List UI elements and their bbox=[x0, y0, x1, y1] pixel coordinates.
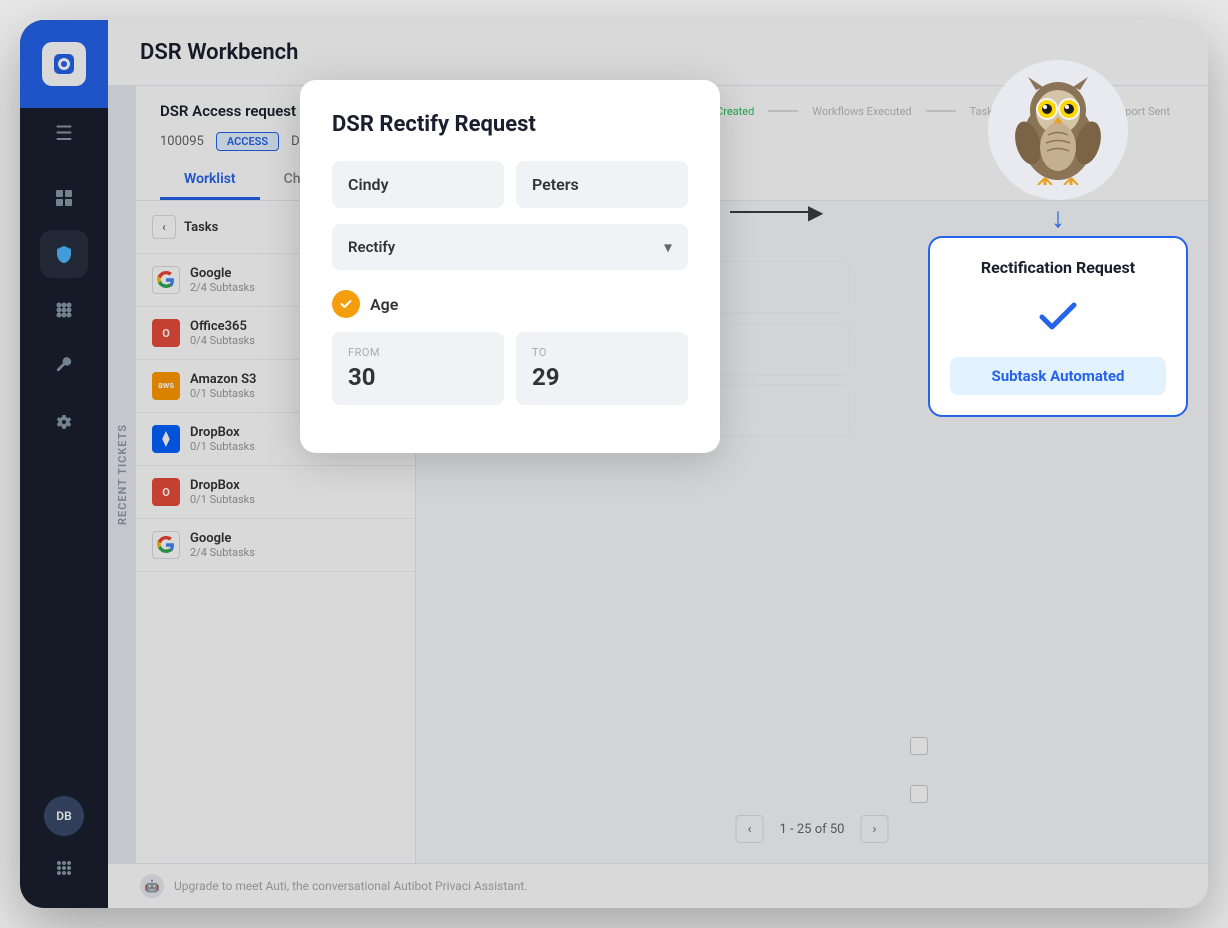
from-field: From 30 bbox=[332, 332, 504, 405]
arrow-head-icon: ▶ bbox=[808, 200, 823, 224]
owl-container bbox=[988, 60, 1128, 200]
age-label-row: Age bbox=[332, 290, 688, 318]
rectification-check-icon bbox=[1030, 289, 1086, 345]
arrow-line bbox=[730, 211, 810, 213]
arrow-down-icon: ↓ bbox=[1051, 204, 1065, 232]
from-label: From bbox=[348, 346, 488, 359]
flow-arrow: ▶ bbox=[730, 200, 823, 224]
subtask-automated-label: Subtask Automated bbox=[950, 357, 1166, 395]
dsr-rectify-modal: DSR Rectify Request Cindy Peters Rectify… bbox=[300, 80, 720, 453]
age-label: Age bbox=[370, 295, 398, 314]
type-select-wrapper: Rectify bbox=[332, 224, 688, 270]
first-name-field[interactable]: Cindy bbox=[332, 161, 504, 208]
to-value: 29 bbox=[532, 363, 672, 391]
modal-title: DSR Rectify Request bbox=[332, 112, 688, 137]
age-section: Age From 30 To 29 bbox=[332, 290, 688, 405]
name-row: Cindy Peters bbox=[332, 161, 688, 208]
to-label: To bbox=[532, 346, 672, 359]
age-check-icon bbox=[332, 290, 360, 318]
from-value: 30 bbox=[348, 363, 488, 391]
right-panel: ↓ Rectification Request Subtask Automate… bbox=[928, 60, 1188, 417]
rectification-title: Rectification Request bbox=[981, 258, 1135, 277]
age-fields: From 30 To 29 bbox=[332, 332, 688, 405]
last-name-field[interactable]: Peters bbox=[516, 161, 688, 208]
rectification-card: Rectification Request Subtask Automated bbox=[928, 236, 1188, 417]
owl-icon bbox=[1003, 75, 1113, 185]
to-field: To 29 bbox=[516, 332, 688, 405]
modal-overlay: DSR Rectify Request Cindy Peters Rectify… bbox=[20, 20, 1208, 908]
type-select-field[interactable]: Rectify bbox=[332, 224, 688, 270]
